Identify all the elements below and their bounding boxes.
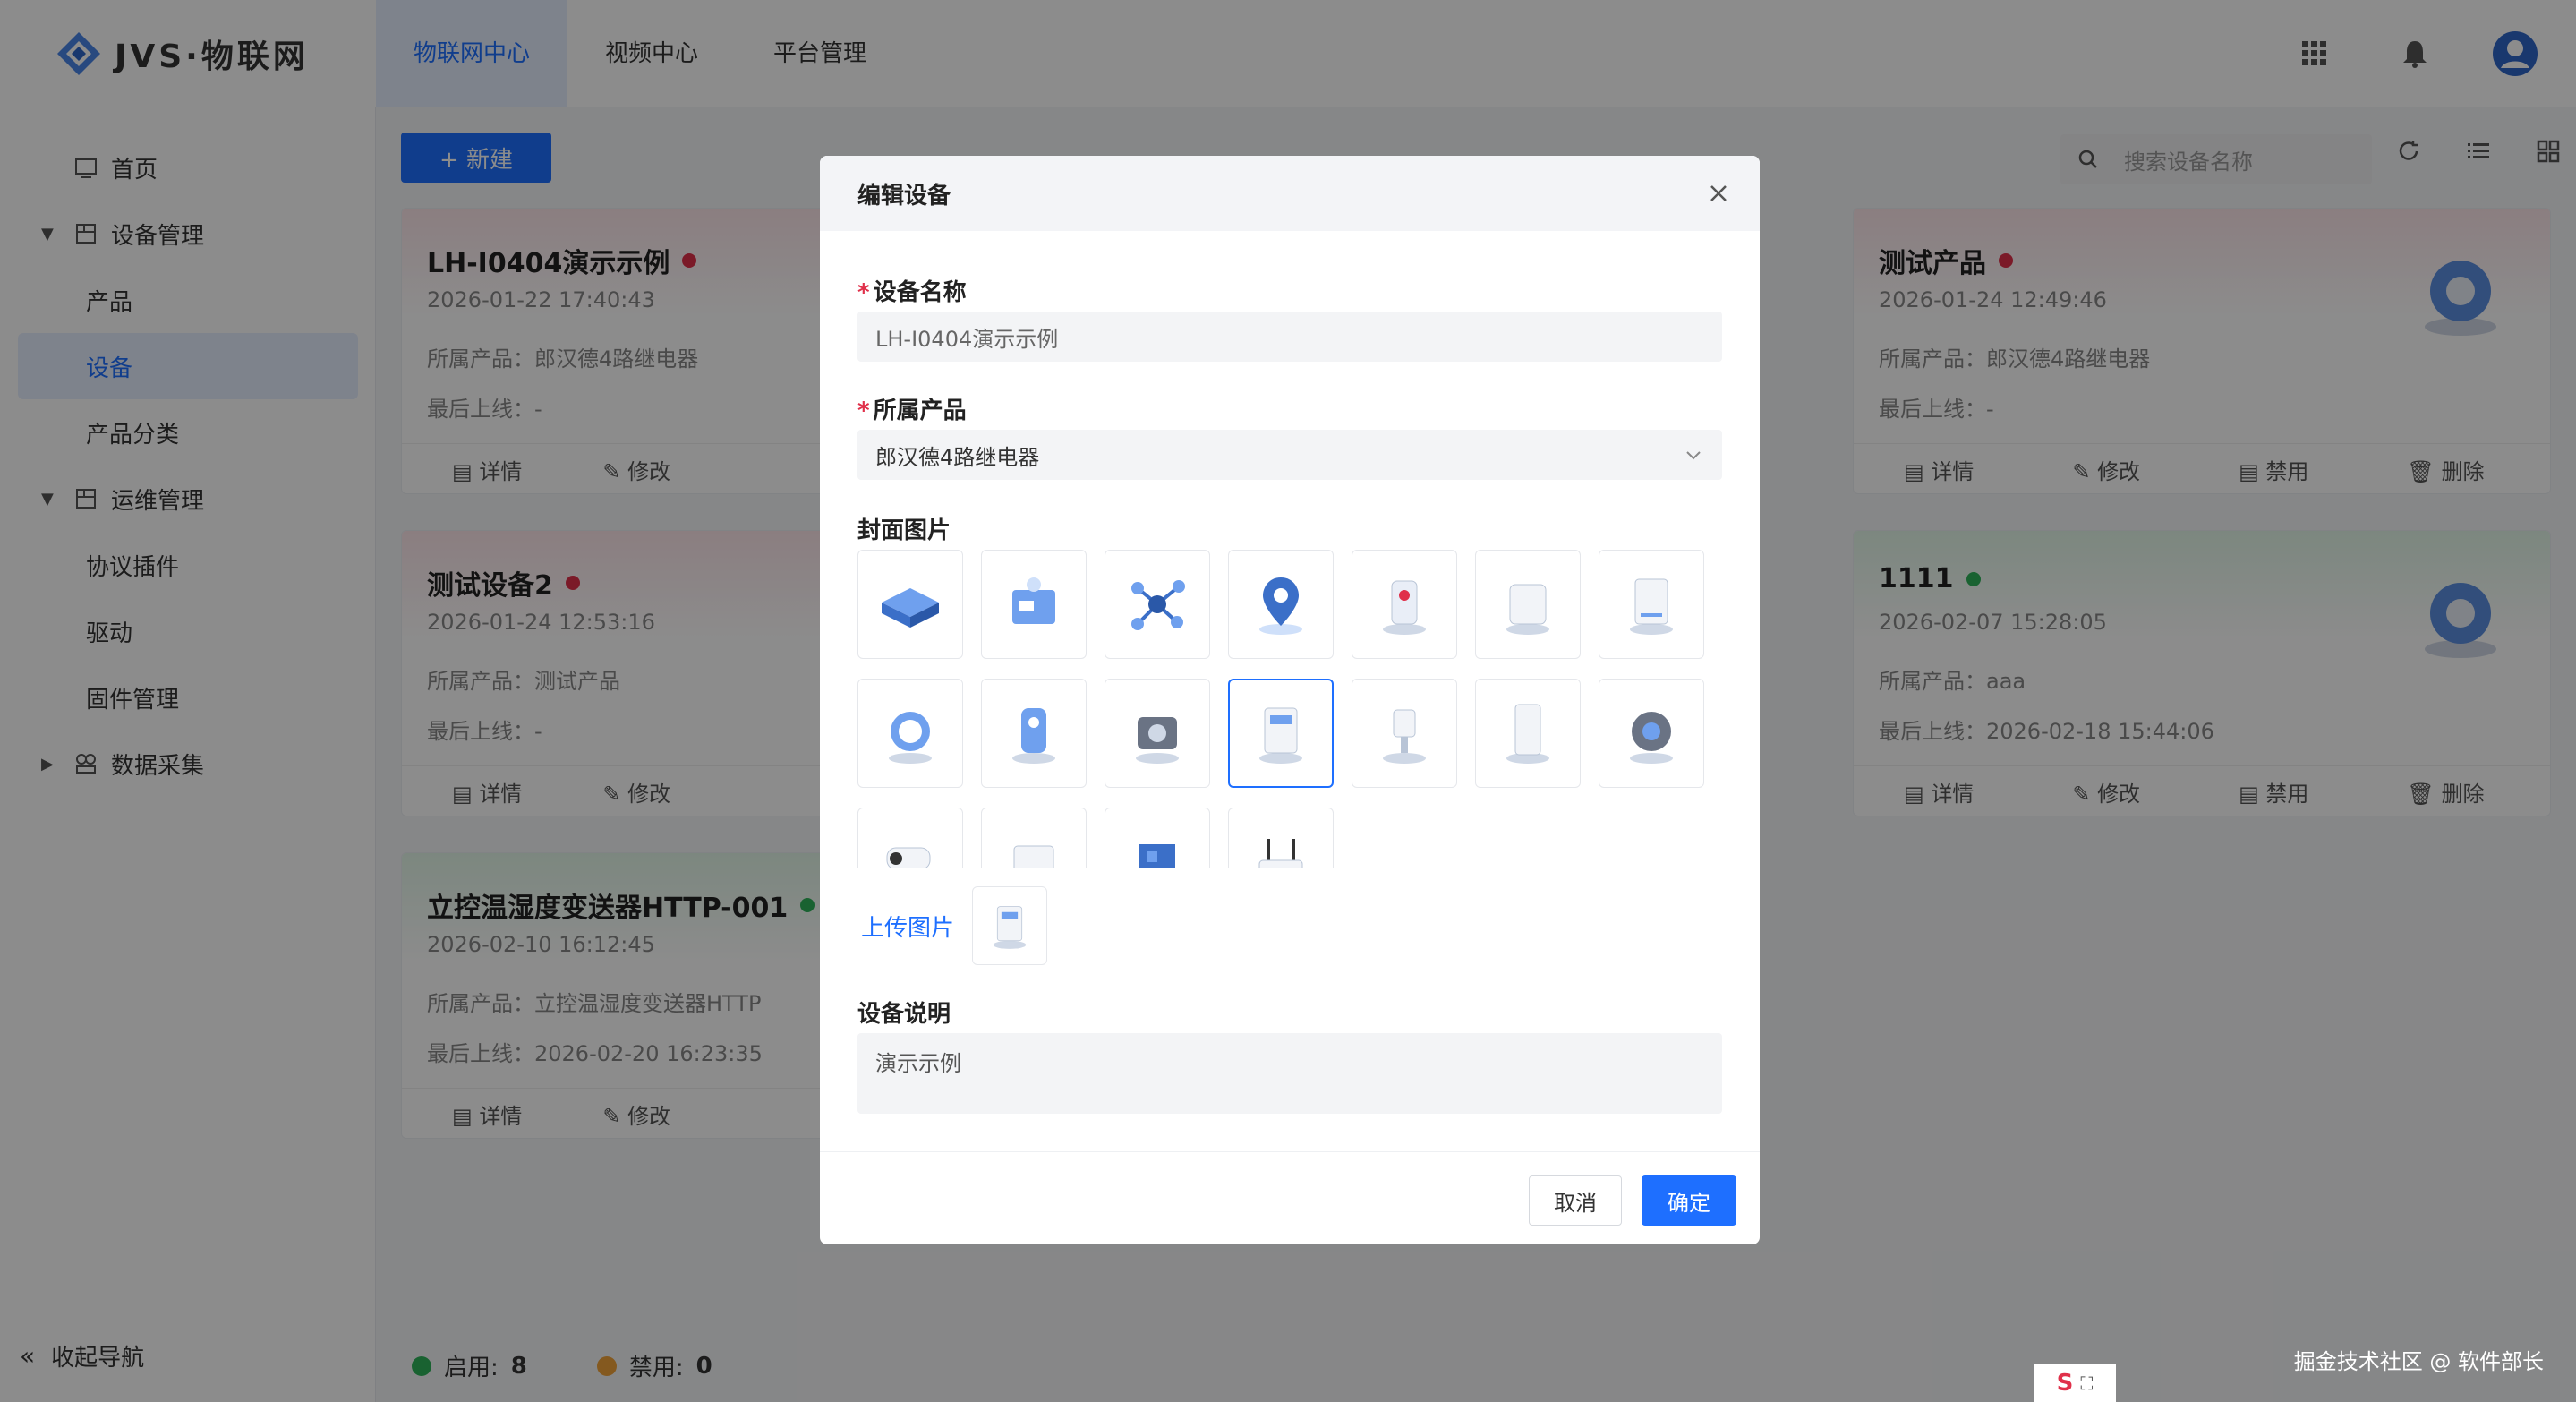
cover-tile[interactable] bbox=[857, 679, 963, 788]
gateway-box-icon bbox=[882, 588, 939, 628]
water-meter-icon bbox=[889, 712, 932, 764]
desc-textarea[interactable]: 演示示例 bbox=[857, 1033, 1722, 1114]
bullet-camera-icon bbox=[886, 847, 931, 868]
cover-tile[interactable] bbox=[857, 808, 963, 868]
electric-meter-icon bbox=[1259, 707, 1302, 764]
ime-logo-icon: S bbox=[2056, 1370, 2074, 1397]
cover-label: 封面图片 bbox=[857, 517, 951, 544]
device-name-input[interactable]: LH-I0404演示示例 bbox=[857, 312, 1722, 362]
cover-tile[interactable] bbox=[1599, 550, 1704, 659]
ime-toolbar[interactable]: S ⛶ bbox=[2034, 1364, 2116, 1402]
white-box-icon bbox=[1506, 584, 1549, 635]
antenna-device-icon bbox=[1258, 839, 1303, 868]
switch-box-icon bbox=[1013, 845, 1054, 868]
motor-device-icon bbox=[1136, 717, 1179, 764]
dialog-title: 编辑设备 bbox=[857, 182, 951, 209]
edit-device-dialog: 编辑设备 * 设备名称 LH-I0404演示示例 * 所属产品 郎汉德4路继电器 封… bbox=[820, 156, 1760, 1244]
location-pin-icon bbox=[1259, 577, 1302, 635]
cover-tile[interactable] bbox=[1105, 679, 1210, 788]
cabinet-box-icon bbox=[1630, 578, 1673, 635]
product-select[interactable]: 郎汉德4路继电器 bbox=[857, 430, 1722, 480]
electric-meter-icon bbox=[993, 906, 1027, 949]
gear-device-icon bbox=[1630, 712, 1673, 764]
dialog-footer: 取消 确定 bbox=[820, 1151, 1760, 1244]
cover-tile[interactable] bbox=[1228, 808, 1334, 868]
product-label: * 所属产品 bbox=[857, 398, 967, 424]
circuit-board-icon bbox=[1139, 844, 1175, 868]
cover-tile[interactable] bbox=[1475, 679, 1581, 788]
cover-image-grid bbox=[857, 550, 1722, 868]
cover-tile[interactable] bbox=[1352, 550, 1457, 659]
network-nodes-icon bbox=[1131, 580, 1185, 630]
cover-tile[interactable] bbox=[1228, 550, 1334, 659]
upload-image-link[interactable]: 上传图片 bbox=[861, 910, 954, 943]
sensor-camera-icon bbox=[1383, 580, 1426, 635]
router-device-icon bbox=[1012, 577, 1055, 624]
cover-tile[interactable] bbox=[1105, 808, 1210, 868]
tall-panel-icon bbox=[1506, 704, 1549, 764]
cover-tile[interactable] bbox=[981, 679, 1087, 788]
cover-tile[interactable] bbox=[981, 808, 1087, 868]
stand-sensor-icon bbox=[1383, 709, 1426, 764]
desc-label: 设备说明 bbox=[857, 1001, 951, 1028]
cover-tile[interactable] bbox=[1352, 679, 1457, 788]
cover-tile[interactable] bbox=[1599, 679, 1704, 788]
device-name-label: * 设备名称 bbox=[857, 279, 967, 306]
cover-tile[interactable] bbox=[857, 550, 963, 659]
cover-tile[interactable] bbox=[1475, 550, 1581, 659]
confirm-button[interactable]: 确定 bbox=[1642, 1175, 1736, 1226]
cancel-button[interactable]: 取消 bbox=[1529, 1175, 1622, 1226]
close-icon[interactable] bbox=[1702, 177, 1735, 209]
chevron-down-icon bbox=[1686, 451, 1701, 460]
cover-preview bbox=[972, 886, 1047, 965]
ime-expand-icon: ⛶ bbox=[2080, 1372, 2094, 1394]
cover-tile-selected[interactable] bbox=[1228, 679, 1334, 788]
credit-watermark: 掘金技术社区 @ 软件部长 bbox=[2293, 1349, 2544, 1374]
blue-sensor-icon bbox=[1012, 708, 1055, 764]
cover-tile[interactable] bbox=[981, 550, 1087, 659]
cover-tile[interactable] bbox=[1105, 550, 1210, 659]
